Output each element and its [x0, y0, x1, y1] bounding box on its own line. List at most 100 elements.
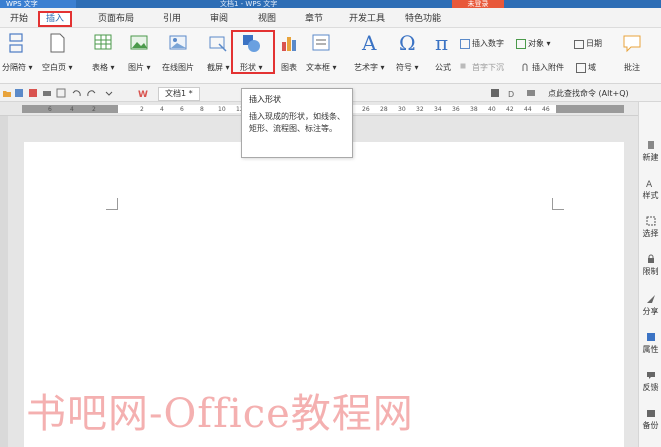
ruler-mark: 36: [452, 106, 460, 113]
ruler-mark: 28: [380, 106, 388, 113]
ruler-mark: 40: [488, 106, 496, 113]
field-icon: [576, 62, 586, 73]
ribbon-insert: 分隔符 ▾ 空白页 ▾ 表格 ▾ 图片 ▾ 在线图片 截屏 ▾ 形状 ▾ 图表 …: [0, 28, 661, 84]
tooltip-body: 插入现成的形状，如线条、矩形、流程图、标注等。: [249, 112, 345, 133]
insert-number-button[interactable]: 插入数字: [460, 38, 504, 49]
ruler-mark: 46: [542, 106, 550, 113]
page-break-icon: [6, 32, 28, 54]
ruler-mark: 26: [362, 106, 370, 113]
margin-corner-top-right: [552, 198, 564, 210]
read-mode-icon[interactable]: [526, 88, 536, 98]
field-button[interactable]: 域: [576, 62, 596, 73]
wps-logo-icon: W: [138, 88, 148, 100]
select-icon: [646, 216, 656, 226]
tab-developer[interactable]: 开发工具: [343, 11, 391, 27]
page-break-button[interactable]: 分隔符 ▾: [2, 32, 33, 73]
style-icon: A: [646, 178, 656, 190]
ruler-mark: 2: [92, 106, 96, 113]
margin-corner-top-left: [106, 198, 118, 210]
blank-page-icon: [46, 32, 68, 54]
redo-icon[interactable]: [86, 88, 96, 98]
sidebar-item-backup[interactable]: 备份: [639, 408, 661, 431]
print-icon[interactable]: [42, 88, 52, 98]
svg-text:Ω: Ω: [399, 32, 416, 54]
ruler-mark: 2: [140, 106, 144, 113]
vertical-ruler[interactable]: [0, 116, 8, 447]
tab-references[interactable]: 引用: [157, 11, 187, 27]
online-picture-button[interactable]: 在线图片: [162, 32, 194, 73]
ruler-mark: 4: [70, 106, 74, 113]
drop-cap-icon: [460, 63, 470, 73]
screenshot-icon: [207, 32, 229, 54]
formula-button[interactable]: π 公式: [432, 31, 454, 73]
tab-page-layout[interactable]: 页面布局: [92, 11, 140, 27]
ruler-mark: 8: [200, 106, 204, 113]
sidebar-item-share[interactable]: 分享: [639, 294, 661, 317]
sidebar-item-select[interactable]: 选择: [639, 216, 661, 239]
new-doc-icon: [646, 140, 656, 150]
app-name[interactable]: WPS 文字: [0, 0, 76, 8]
window-title: 文档1 - WPS 文字: [220, 0, 278, 8]
symbol-button[interactable]: Ω 符号 ▾: [396, 31, 419, 73]
comment-button[interactable]: 批注: [621, 32, 643, 73]
login-button[interactable]: 未登录: [452, 0, 504, 8]
object-button[interactable]: 对象 ▾: [516, 38, 551, 49]
chart-icon: [278, 32, 300, 54]
shape-tooltip: 插入形状 插入现成的形状，如线条、矩形、流程图、标注等。: [241, 88, 353, 158]
open-icon[interactable]: [2, 88, 12, 98]
calendar-icon: [574, 39, 584, 49]
omega-icon: Ω: [396, 31, 418, 55]
blank-page-button[interactable]: 空白页 ▾: [42, 32, 73, 73]
ruler-mark: 6: [48, 106, 52, 113]
tab-home[interactable]: 开始: [4, 11, 34, 27]
ruler-mark: 4: [160, 106, 164, 113]
svg-text:A: A: [361, 32, 377, 54]
ruler-mark: 6: [180, 106, 184, 113]
first-drop-button[interactable]: 首字下沉: [460, 62, 504, 73]
sidebar-item-properties[interactable]: 属性: [639, 332, 661, 355]
save-icon[interactable]: [14, 88, 24, 98]
tab-insert[interactable]: 插入: [38, 11, 73, 27]
title-bar: WPS 文字 文档1 - WPS 文字 未登录: [0, 0, 661, 8]
document-tab[interactable]: 文档1 *: [158, 87, 200, 101]
lock-icon: [646, 254, 656, 264]
ruler-mark: 10: [218, 106, 226, 113]
export-pdf-icon[interactable]: [28, 88, 38, 98]
feedback-icon: [646, 370, 656, 380]
pi-icon: π: [432, 31, 454, 55]
insert-attachment-button[interactable]: 插入附件: [520, 62, 564, 73]
textbox-icon: [310, 32, 332, 54]
layout-icon[interactable]: [490, 88, 500, 98]
chart-button[interactable]: 图表: [278, 32, 300, 73]
wordart-button[interactable]: A 艺术字 ▾: [354, 31, 385, 73]
number-icon: [460, 38, 470, 49]
display-icon[interactable]: D: [508, 88, 518, 99]
command-search[interactable]: 点此查找命令 (Alt+Q): [548, 88, 629, 99]
textbox-button[interactable]: 文本框 ▾: [306, 32, 337, 73]
svg-text:D: D: [508, 90, 514, 98]
sidebar-item-restrict[interactable]: 限制: [639, 254, 661, 277]
menu-bar: 开始 插入 页面布局 引用 审阅 视图 章节 开发工具 特色功能: [0, 8, 661, 28]
table-button[interactable]: 表格 ▾: [92, 32, 115, 73]
tab-view[interactable]: 视图: [252, 11, 282, 27]
tab-special[interactable]: 特色功能: [399, 11, 447, 27]
properties-icon: [646, 332, 656, 342]
undo-icon[interactable]: [72, 88, 82, 98]
svg-text:π: π: [435, 32, 448, 54]
screenshot-button[interactable]: 截屏 ▾: [207, 32, 230, 73]
sidebar-item-feedback[interactable]: 反馈: [639, 370, 661, 393]
tab-review[interactable]: 审阅: [204, 11, 234, 27]
chevron-down-icon[interactable]: [104, 88, 114, 98]
ruler-mark: 42: [506, 106, 514, 113]
comment-icon: [621, 32, 643, 54]
shape-button-highlight: [231, 30, 275, 74]
date-button[interactable]: 日期: [574, 38, 602, 49]
tooltip-title: 插入形状: [249, 95, 281, 104]
backup-icon: [646, 408, 656, 418]
preview-icon[interactable]: [56, 88, 66, 98]
sidebar-item-style[interactable]: A 样式: [639, 178, 661, 201]
picture-button[interactable]: 图片 ▾: [128, 32, 151, 73]
sidebar-item-new[interactable]: 新建: [639, 140, 661, 163]
tab-section[interactable]: 章节: [299, 11, 329, 27]
svg-text:W: W: [138, 90, 148, 98]
